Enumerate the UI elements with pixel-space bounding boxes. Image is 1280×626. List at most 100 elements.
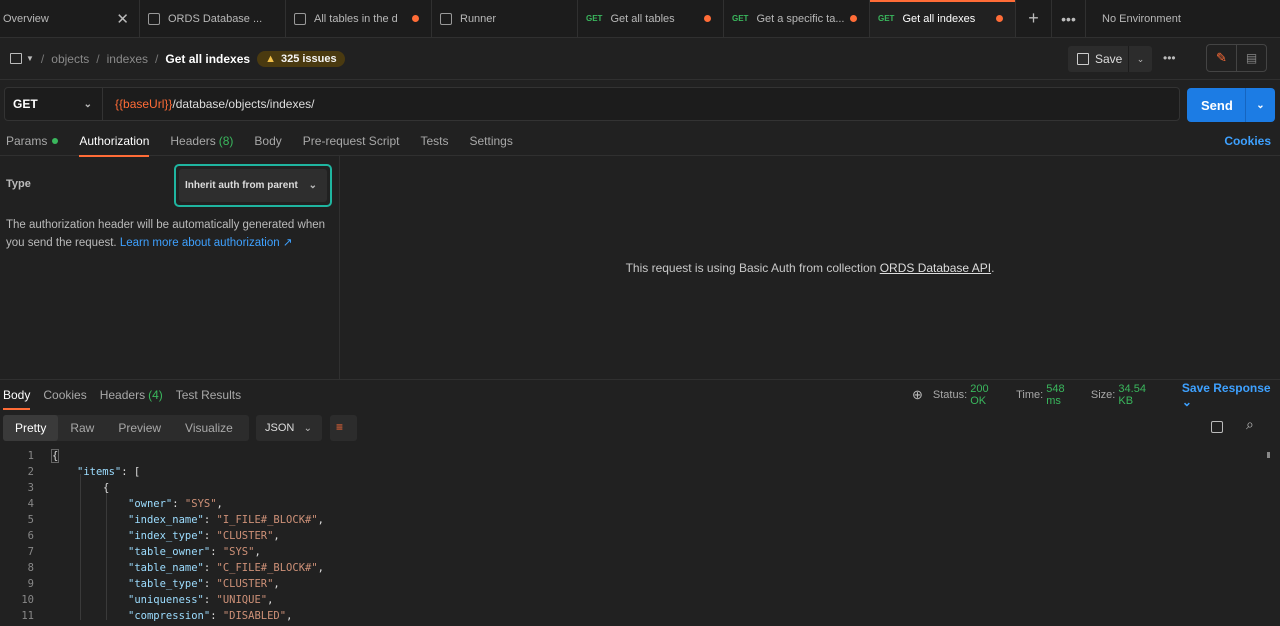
tab-runner[interactable]: Runner bbox=[432, 0, 578, 37]
save-response-label: Save Response bbox=[1181, 381, 1271, 395]
save-icon bbox=[1077, 53, 1089, 65]
response-tab-test-results[interactable]: Test Results bbox=[176, 380, 241, 410]
more-options-icon[interactable]: ••• bbox=[1163, 51, 1176, 65]
format-select[interactable]: JSON ⌄ bbox=[256, 415, 322, 441]
method-select[interactable]: GET ⌄ bbox=[5, 88, 103, 120]
breadcrumb-separator: / bbox=[96, 51, 100, 66]
tab-settings[interactable]: Settings bbox=[470, 126, 513, 156]
tab-folder[interactable]: All tables in the d bbox=[286, 0, 432, 37]
view-mode-preview[interactable]: Preview bbox=[106, 415, 173, 441]
response-tab-headers-label: Headers bbox=[99, 388, 146, 402]
response-tabs: Body Cookies Headers (4) Test Results ⊕ S… bbox=[0, 380, 1280, 410]
send-dropdown-chevron-icon[interactable]: ⌄ bbox=[1245, 88, 1275, 122]
json-value: "C_FILE#_BLOCK#" bbox=[216, 562, 318, 574]
response-tab-headers[interactable]: Headers (4) bbox=[100, 380, 163, 410]
view-mode-raw[interactable]: Raw bbox=[58, 415, 106, 441]
view-mode-segmented: Pretty Raw Preview Visualize bbox=[3, 415, 249, 441]
comment-icon[interactable]: ▤ bbox=[1237, 45, 1266, 71]
chevron-down-icon: ⌄ bbox=[83, 98, 92, 110]
time-value: 548 ms bbox=[1046, 383, 1065, 407]
globe-icon[interactable]: ⊕ bbox=[912, 387, 923, 403]
tab-tests[interactable]: Tests bbox=[420, 126, 448, 156]
json-key: "owner" bbox=[128, 498, 173, 510]
line-number: 11 bbox=[21, 610, 34, 622]
json-value: "CLUSTER" bbox=[216, 530, 274, 542]
tab-get-specific-table[interactable]: GET Get a specific ta... bbox=[724, 0, 870, 37]
url-row: GET ⌄ {{baseUrl}}/database/objects/index… bbox=[0, 80, 1280, 126]
more-tabs-button[interactable]: ••• bbox=[1052, 0, 1086, 37]
json-punct: , bbox=[216, 498, 223, 510]
response-tab-cookies[interactable]: Cookies bbox=[43, 380, 86, 410]
code-line: { bbox=[50, 449, 60, 463]
size-label: Size: bbox=[1090, 389, 1116, 401]
json-key: "items" bbox=[77, 466, 122, 478]
copy-icon[interactable] bbox=[1211, 421, 1223, 433]
json-value: "I_FILE#_BLOCK#" bbox=[216, 514, 318, 526]
tab-get-all-tables[interactable]: GET Get all tables bbox=[578, 0, 724, 37]
folder-icon bbox=[294, 12, 306, 25]
tab-bar: Overview ✕ ORDS Database ... All tables … bbox=[0, 0, 1280, 38]
auth-type-label: Type bbox=[6, 178, 31, 190]
unsaved-dot-icon bbox=[850, 15, 857, 22]
authorization-panel: Type Inherit auth from parent ⌄ The auth… bbox=[0, 156, 1280, 380]
json-value: "DISABLED" bbox=[222, 610, 287, 622]
cookies-link[interactable]: Cookies bbox=[1224, 134, 1271, 148]
code-line: "table_name": "C_FILE#_BLOCK#", bbox=[128, 562, 324, 574]
line-number: 1 bbox=[27, 450, 34, 462]
save-dropdown-chevron-icon[interactable]: ⌄ bbox=[1128, 46, 1152, 72]
json-punct: , bbox=[286, 610, 293, 622]
indent-guide bbox=[106, 490, 107, 620]
view-mode-pretty[interactable]: Pretty bbox=[3, 415, 59, 441]
save-response-button[interactable]: Save Response ⌄ bbox=[1182, 381, 1280, 409]
issues-badge[interactable]: ▲ 325 issues bbox=[257, 50, 345, 67]
send-button[interactable]: Send ⌄ bbox=[1187, 88, 1275, 122]
wrap-lines-button[interactable]: ≡ bbox=[330, 415, 357, 441]
view-mode-visualize[interactable]: Visualize bbox=[173, 415, 245, 441]
environment-selector[interactable]: No Environment bbox=[1086, 0, 1274, 37]
json-value: "UNIQUE" bbox=[216, 594, 268, 606]
collection-link[interactable]: ORDS Database API bbox=[880, 261, 991, 275]
learn-more-link[interactable]: Learn more about authorization ↗ bbox=[120, 237, 293, 249]
tab-headers[interactable]: Headers (8) bbox=[170, 126, 233, 156]
tab-params[interactable]: Params bbox=[6, 126, 59, 156]
new-tab-button[interactable]: + bbox=[1016, 0, 1052, 37]
json-value: "SYS" bbox=[222, 546, 255, 558]
code-line: { bbox=[103, 482, 110, 494]
scrollbar[interactable] bbox=[1267, 452, 1270, 458]
line-number: 3 bbox=[27, 482, 34, 494]
response-tab-body[interactable]: Body bbox=[3, 380, 31, 410]
tab-authorization[interactable]: Authorization bbox=[79, 126, 150, 157]
json-punct: , bbox=[267, 594, 274, 606]
auth-type-dropdown[interactable]: Inherit auth from parent ⌄ bbox=[174, 164, 332, 207]
close-icon[interactable]: ✕ bbox=[116, 10, 129, 28]
issues-label: 325 issues bbox=[280, 52, 337, 65]
json-key: "index_type" bbox=[128, 530, 204, 542]
breadcrumb-item-objects[interactable]: objects bbox=[51, 52, 89, 66]
code-line: "index_type": "CLUSTER", bbox=[128, 530, 280, 542]
tab-method: GET bbox=[732, 14, 749, 23]
search-icon[interactable]: ⌕ bbox=[1246, 416, 1254, 433]
tab-collection[interactable]: ORDS Database ... bbox=[140, 0, 286, 37]
chevron-down-icon[interactable]: ▼ bbox=[26, 54, 34, 63]
params-indicator-icon bbox=[52, 137, 59, 144]
tab-label: ORDS Database ... bbox=[168, 12, 263, 25]
json-punct: , bbox=[317, 562, 324, 574]
json-punct: , bbox=[254, 546, 261, 558]
url-variable: {{baseUrl}} bbox=[115, 97, 173, 111]
view-toggle: ✎ ▤ bbox=[1206, 44, 1267, 72]
page-title[interactable]: Get all indexes bbox=[165, 52, 250, 66]
tab-body[interactable]: Body bbox=[254, 126, 281, 156]
tab-get-all-indexes[interactable]: GET Get all indexes bbox=[870, 0, 1016, 37]
code-line: "index_name": "I_FILE#_BLOCK#", bbox=[128, 514, 324, 526]
breadcrumb-item-indexes[interactable]: indexes bbox=[107, 52, 148, 66]
tab-prerequest-script[interactable]: Pre-request Script bbox=[303, 126, 400, 156]
brace: { bbox=[50, 449, 60, 463]
wrap-icon: ≡ bbox=[336, 420, 344, 434]
breadcrumb-separator: / bbox=[155, 51, 159, 66]
url-input[interactable]: {{baseUrl}}/database/objects/indexes/ bbox=[103, 97, 315, 111]
response-body-code[interactable]: 1 { 2 "items": [ 3 { 4 "owner": "SYS", 5… bbox=[0, 449, 1280, 622]
tab-label: Get all indexes bbox=[902, 12, 976, 25]
tab-overview[interactable]: Overview ✕ bbox=[0, 0, 140, 37]
save-button[interactable]: Save ⌄ bbox=[1068, 46, 1152, 72]
edit-icon[interactable]: ✎ bbox=[1207, 45, 1237, 71]
